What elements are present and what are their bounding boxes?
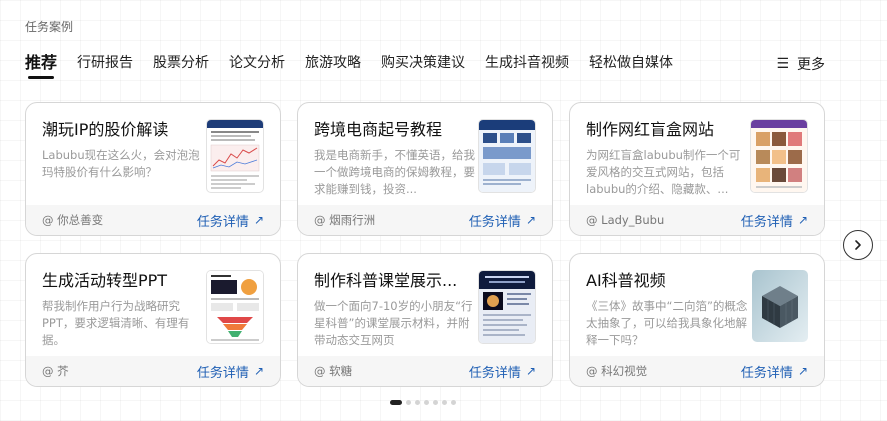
card-author: @ 你总善变	[42, 213, 104, 227]
card-title: 潮玩IP的股价解读	[42, 120, 169, 139]
pagination-dot[interactable]	[424, 400, 429, 405]
arrow-up-right-icon: ↗	[525, 213, 536, 227]
card-description: Labubu现在这么火，会对泡泡玛特股价有什么影响？	[42, 148, 200, 179]
card-title: AI科普视频	[586, 271, 666, 290]
section-label: 任务案例	[25, 20, 74, 34]
card-author: @ Lady_Bubu	[586, 213, 665, 227]
task-detail-label: 任务详情	[468, 214, 521, 230]
pagination-dot[interactable]	[406, 400, 411, 405]
task-card[interactable]: 潮玩IP的股价解读 Labubu现在这么火，会对泡泡玛特股价有什么影响？ @ 你…	[25, 102, 281, 236]
ecommerce-guide-thumbnail	[478, 119, 536, 193]
pagination-dot[interactable]	[390, 400, 402, 405]
tab-douyin-video[interactable]: 生成抖音视频	[485, 52, 569, 74]
card-body: 生成活动转型PPT 帮我制作用户行为战略研究PPT，要求逻辑清晰、有理有据。	[42, 270, 204, 349]
card-footer: @ 科幻视觉 任务详情 ↗	[570, 356, 824, 386]
pagination-dot[interactable]	[433, 400, 438, 405]
task-detail-label: 任务详情	[740, 365, 793, 381]
pagination-dot[interactable]	[451, 400, 456, 405]
task-detail-link[interactable]: 任务详情 ↗	[741, 362, 808, 381]
card-author: @ 芥	[42, 364, 69, 378]
ppt-slide-thumbnail	[206, 270, 264, 344]
tab-industry-report[interactable]: 行研报告	[77, 52, 133, 74]
task-detail-label: 任务详情	[468, 365, 521, 381]
task-detail-link[interactable]: 任务详情 ↗	[197, 211, 264, 230]
cube-render-thumbnail	[752, 270, 808, 342]
tab-self-media[interactable]: 轻松做自媒体	[589, 52, 673, 74]
card-body: 制作科普课堂展示... 做一个面向7-10岁的小朋友“行星科普”的课堂展示材料，…	[314, 270, 476, 349]
card-description: 为网红盲盒labubu制作一个可爱风格的交互式网站，包括labubu的介绍、隐藏…	[586, 148, 741, 196]
tab-recommend[interactable]: 推荐	[25, 52, 57, 79]
category-tabs: 推荐 行研报告 股票分析 论文分析 旅游攻略 购买决策建议 生成抖音视频 轻松做…	[25, 52, 827, 82]
planet-lesson-thumbnail	[478, 270, 536, 344]
task-case-grid: 潮玩IP的股价解读 Labubu现在这么火，会对泡泡玛特股价有什么影响？ @ 你…	[25, 102, 825, 387]
card-title: 生成活动转型PPT	[42, 271, 168, 290]
arrow-up-right-icon: ↗	[253, 364, 264, 378]
task-card[interactable]: 跨境电商起号教程 我是电商新手，不懂英语，给我一个做跨境电商的保姆教程，要求能赚…	[297, 102, 553, 236]
arrow-up-right-icon: ↗	[525, 364, 536, 378]
card-footer: @ 你总善变 任务详情 ↗	[26, 205, 280, 235]
stock-report-thumbnail	[206, 119, 264, 193]
card-author: @ 烟雨行洲	[314, 213, 376, 227]
pagination-dots	[390, 400, 460, 405]
arrow-up-right-icon: ↗	[797, 213, 808, 227]
card-description: 《三体》故事中“二向箔”的概念太抽象了，可以给我具象化地解释一下吗？	[586, 299, 748, 347]
card-footer: @ Lady_Bubu 任务详情 ↗	[570, 205, 824, 235]
next-page-button[interactable]	[843, 230, 873, 260]
card-body: AI科普视频 《三体》故事中“二向箔”的概念太抽象了，可以给我具象化地解释一下吗…	[586, 270, 748, 349]
tab-travel-guide[interactable]: 旅游攻略	[305, 52, 361, 74]
card-description: 做一个面向7-10岁的小朋友“行星科普”的课堂展示材料，并附带动态交互网页	[314, 299, 473, 347]
tab-purchase-advice[interactable]: 购买决策建议	[381, 52, 465, 74]
task-detail-label: 任务详情	[196, 214, 249, 230]
card-body: 制作网红盲盒网站 为网红盲盒labubu制作一个可爱风格的交互式网站，包括lab…	[586, 119, 748, 198]
card-title: 制作网红盲盒网站	[586, 120, 715, 139]
arrow-up-right-icon: ↗	[253, 213, 264, 227]
tab-stock-analysis[interactable]: 股票分析	[153, 52, 209, 74]
card-footer: @ 烟雨行洲 任务详情 ↗	[298, 205, 552, 235]
task-detail-label: 任务详情	[196, 365, 249, 381]
card-footer: @ 芥 任务详情 ↗	[26, 356, 280, 386]
task-detail-link[interactable]: 任务详情 ↗	[469, 211, 536, 230]
card-description: 我是电商新手，不懂英语，给我一个做跨境电商的保姆教程，要求能赚到钱，投资...	[314, 148, 475, 196]
task-card[interactable]: 制作科普课堂展示... 做一个面向7-10岁的小朋友“行星科普”的课堂展示材料，…	[297, 253, 553, 387]
chevron-right-icon	[855, 240, 861, 250]
card-description: 帮我制作用户行为战略研究PPT，要求逻辑清晰、有理有据。	[42, 299, 190, 347]
more-button[interactable]: ☰ 更多	[776, 54, 825, 74]
card-footer: @ 软糖 任务详情 ↗	[298, 356, 552, 386]
arrow-up-right-icon: ↗	[797, 364, 808, 378]
task-detail-link[interactable]: 任务详情 ↗	[197, 362, 264, 381]
card-body: 跨境电商起号教程 我是电商新手，不懂英语，给我一个做跨境电商的保姆教程，要求能赚…	[314, 119, 476, 198]
card-title: 跨境电商起号教程	[314, 120, 443, 139]
task-card[interactable]: 制作网红盲盒网站 为网红盲盒labubu制作一个可爱风格的交互式网站，包括lab…	[569, 102, 825, 236]
card-body: 潮玩IP的股价解读 Labubu现在这么火，会对泡泡玛特股价有什么影响？	[42, 119, 204, 181]
card-title: 制作科普课堂展示...	[314, 271, 458, 290]
task-card[interactable]: AI科普视频 《三体》故事中“二向箔”的概念太抽象了，可以给我具象化地解释一下吗…	[569, 253, 825, 387]
more-label: 更多	[797, 57, 825, 73]
tab-paper-analysis[interactable]: 论文分析	[229, 52, 285, 74]
pagination-dot[interactable]	[442, 400, 447, 405]
card-author: @ 软糖	[314, 364, 353, 378]
menu-icon: ☰	[776, 56, 789, 72]
task-detail-label: 任务详情	[740, 214, 793, 230]
task-detail-link[interactable]: 任务详情 ↗	[741, 211, 808, 230]
task-card[interactable]: 生成活动转型PPT 帮我制作用户行为战略研究PPT，要求逻辑清晰、有理有据。 @…	[25, 253, 281, 387]
pagination-dot[interactable]	[415, 400, 420, 405]
task-detail-link[interactable]: 任务详情 ↗	[469, 362, 536, 381]
card-author: @ 科幻视觉	[586, 364, 648, 378]
labubu-website-thumbnail	[750, 119, 808, 193]
